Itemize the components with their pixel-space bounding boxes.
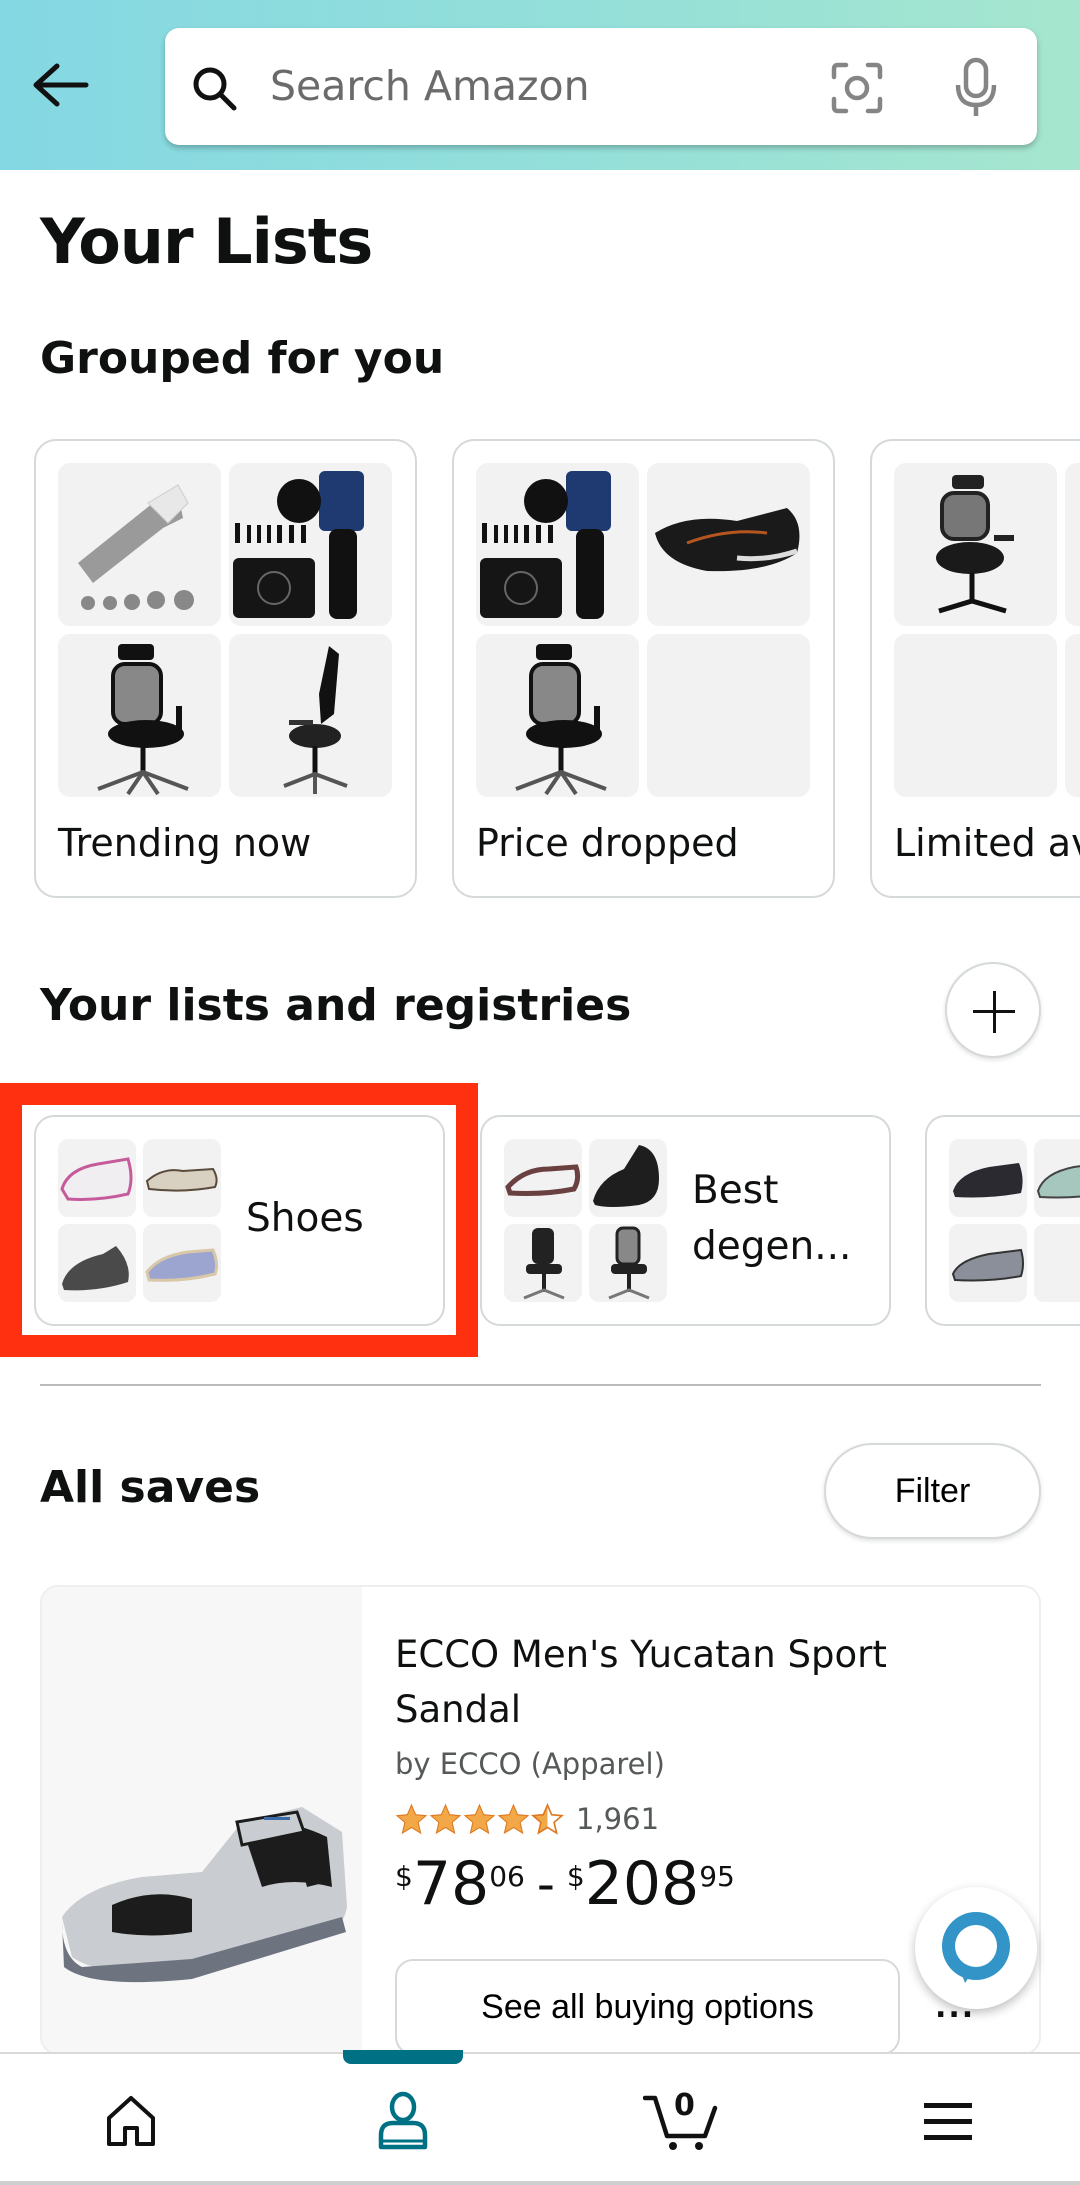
empty-thumbnail [1065,463,1080,626]
product-thumbnail [894,463,1057,626]
see-all-buying-options-button[interactable]: See all buying options [395,1959,900,2053]
star-full-icon [497,1803,530,1834]
grouped-card-label: Trending now [58,821,312,865]
product-thumbnail [229,634,392,797]
saved-item-card: ECCO Men's Yucatan Sport Sandal by ECCO … [40,1585,1041,2055]
price-low-whole: 78 [412,1849,490,1919]
price-high-whole: 208 [584,1849,700,1919]
currency-symbol: $ [395,1860,413,1893]
list-card-label: Shoes [246,1196,364,1241]
home-icon [107,2095,155,2146]
product-thumbnail [143,1224,221,1302]
product-thumbnail [229,463,392,626]
product-thumbnail [58,1224,136,1302]
currency-symbol: $ [566,1860,585,1893]
grouped-card-price-dropped[interactable]: Price dropped [452,439,835,898]
lists-section-title: Your lists and registries [40,980,632,1031]
product-thumbnail [589,1224,667,1302]
back-button[interactable] [30,60,92,110]
arrow-left-icon [33,63,89,107]
hamburger-menu-icon [924,2102,972,2140]
grouped-card-label: Limited av [894,821,1080,865]
list-card-label: Best degen... [692,1168,852,1269]
bottom-navigation: 0 [0,2050,1080,2185]
nav-home[interactable] [61,2054,201,2185]
microphone-icon[interactable] [955,57,997,119]
price-high-fraction: 95 [699,1860,735,1893]
product-thumbnail [504,1139,582,1217]
cart-count-badge: 0 [674,2088,695,2123]
product-thumbnail [1034,1139,1080,1217]
product-thumbnail [504,1224,582,1302]
nav-you[interactable] [333,2054,473,2185]
price-separator: - [536,1855,555,1913]
product-thumbnail [58,1139,136,1217]
star-rating [395,1802,564,1836]
alexa-icon [942,1912,1010,1983]
list-card-running-shoes[interactable] [925,1115,1080,1326]
product-thumbnail [949,1224,1027,1302]
page-title: Your Lists [40,205,373,278]
grouped-card-trending-now[interactable]: Trending now [34,439,417,898]
grouped-card-limited-availability[interactable]: Limited av [870,439,1080,898]
grouped-card-label: Price dropped [476,821,739,865]
filter-button[interactable]: Filter [824,1443,1041,1539]
empty-thumbnail [1065,634,1080,797]
create-list-button[interactable] [945,962,1041,1058]
product-brand: by ECCO (Apparel) [395,1747,665,1781]
star-full-icon [395,1803,428,1834]
camera-lens-icon[interactable] [830,61,884,115]
star-full-icon [429,1803,462,1834]
list-card-shoes[interactable]: Shoes [34,1115,445,1326]
product-thumbnail [949,1139,1027,1217]
search-bar[interactable] [165,28,1037,145]
product-thumbnail [589,1139,667,1217]
star-half-icon [531,1802,564,1835]
nav-cart[interactable]: 0 [611,2054,751,2185]
divider [40,1384,1041,1386]
search-icon [193,67,237,111]
search-input[interactable] [270,50,860,122]
product-thumbnail [647,463,810,626]
product-thumbnail [476,463,639,626]
star-full-icon [463,1803,496,1834]
price-low-fraction: 06 [489,1860,525,1893]
empty-thumbnail [647,634,810,797]
system-gesture-bar [0,2181,1080,2185]
person-icon [378,2091,428,2149]
price-range: $ 78 06 - $ 208 95 [395,1849,735,1919]
product-image[interactable] [42,1587,362,2053]
product-rating[interactable]: 1,961 [395,1799,659,1839]
product-thumbnail [58,634,221,797]
product-thumbnail [143,1139,221,1217]
empty-thumbnail [894,634,1057,797]
empty-thumbnail [1034,1224,1080,1302]
product-thumbnail [58,463,221,626]
product-thumbnail [476,634,639,797]
grouped-section-title: Grouped for you [40,333,445,384]
nav-menu[interactable] [878,2054,1018,2185]
product-title[interactable]: ECCO Men's Yucatan Sport Sandal [395,1627,955,1737]
list-card-best-degen[interactable]: Best degen... [480,1115,891,1326]
saves-section-title: All saves [40,1462,261,1513]
alexa-button[interactable] [915,1887,1037,2009]
rating-count: 1,961 [576,1802,660,1836]
top-bar [0,0,1080,170]
